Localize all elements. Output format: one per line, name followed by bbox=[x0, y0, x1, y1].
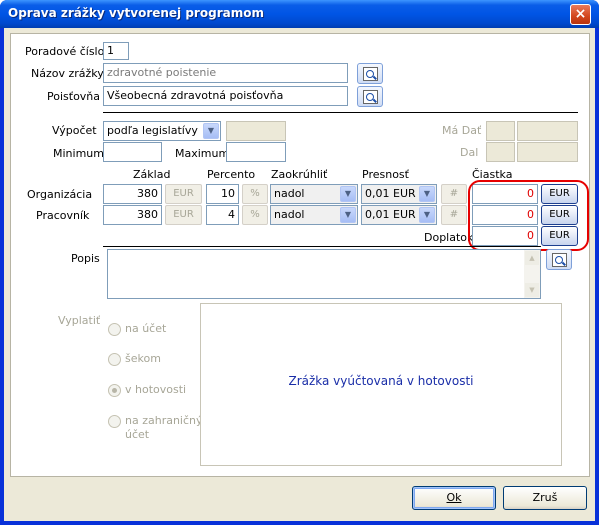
poistovna-lookup-button[interactable] bbox=[357, 86, 383, 107]
scroll-up-icon[interactable]: ▲ bbox=[525, 251, 539, 265]
separator bbox=[103, 112, 578, 113]
lookup-icon bbox=[363, 90, 378, 104]
col-zaklad: Základ bbox=[133, 168, 171, 181]
dialog-body: Poradové číslo 1 Názov zrážky zdravotné … bbox=[4, 28, 595, 521]
lookup-icon bbox=[363, 67, 378, 81]
poistovna-label: Poisťovňa bbox=[47, 90, 101, 103]
payment-info-box: Zrážka vyúčtovaná v hotovosti bbox=[200, 303, 562, 466]
separator bbox=[103, 246, 541, 247]
chevron-down-icon[interactable]: ▼ bbox=[340, 207, 356, 223]
hash-button[interactable]: # bbox=[441, 184, 467, 204]
popis-label: Popis bbox=[71, 252, 100, 265]
vertical-scrollbar[interactable]: ▲ ▼ bbox=[524, 250, 540, 298]
maximum-label: Maximum bbox=[175, 147, 230, 160]
poradove-cislo-input[interactable]: 1 bbox=[103, 42, 129, 60]
presnost-select[interactable]: 0,01 EUR ▼ bbox=[361, 184, 437, 204]
radio-label: na zahraničný účet bbox=[125, 414, 203, 441]
dal-field-b bbox=[517, 142, 578, 162]
vypocet-value: podľa legislatívy bbox=[107, 124, 198, 137]
hash-button[interactable]: # bbox=[441, 205, 467, 225]
zaokruhlit-value: nadol bbox=[274, 187, 305, 200]
vypocet-label: Výpočet bbox=[52, 124, 97, 137]
zaklad-unit-button[interactable]: EUR bbox=[165, 205, 202, 225]
zaokruhlit-select[interactable]: nadol ▼ bbox=[270, 184, 358, 204]
percent-unit-button[interactable]: % bbox=[242, 205, 268, 225]
chevron-down-icon[interactable]: ▼ bbox=[203, 123, 219, 139]
doplatok-label: Doplatok bbox=[424, 231, 474, 244]
dialog-window: Oprava zrážky vytvorenej programom × Por… bbox=[0, 0, 599, 525]
poistovna-input[interactable]: Všeobecná zdravotná poisťovňa bbox=[103, 86, 348, 106]
popis-textarea[interactable]: ▲ ▼ bbox=[107, 249, 541, 299]
col-zaokruhlit: Zaokrúhliť bbox=[271, 168, 328, 181]
col-presnost: Presnosť bbox=[362, 168, 409, 181]
window-title: Oprava zrážky vytvorenej programom bbox=[8, 6, 264, 20]
presnost-select[interactable]: 0,01 EUR ▼ bbox=[361, 205, 437, 225]
chevron-down-icon[interactable]: ▼ bbox=[340, 186, 356, 202]
ok-button[interactable]: Ok bbox=[412, 486, 496, 510]
vypocet-select[interactable]: podľa legislatívy ▼ bbox=[103, 121, 221, 141]
zaokruhlit-select[interactable]: nadol ▼ bbox=[270, 205, 358, 225]
dal-label: Dal bbox=[460, 146, 479, 159]
ma-dat-label: Má Dať bbox=[442, 124, 482, 137]
title-bar[interactable]: Oprava zrážky vytvorenej programom × bbox=[0, 0, 599, 28]
radio-label: na účet bbox=[125, 322, 167, 335]
chevron-down-icon[interactable]: ▼ bbox=[419, 207, 435, 223]
presnost-value: 0,01 EUR bbox=[365, 208, 416, 221]
chevron-down-icon[interactable]: ▼ bbox=[419, 186, 435, 202]
ma-dat-field-b bbox=[517, 121, 578, 141]
cancel-label: Zruš bbox=[532, 491, 558, 504]
vyplatit-label: Vyplatiť bbox=[58, 314, 101, 327]
percento-input[interactable]: 4 bbox=[206, 205, 239, 225]
minimum-label: Minimum bbox=[53, 147, 104, 160]
radio-na-zahranicny-ucet[interactable] bbox=[108, 415, 121, 428]
radio-label: v hotovosti bbox=[125, 383, 187, 396]
presnost-value: 0,01 EUR bbox=[365, 187, 416, 200]
highlight-annotation bbox=[468, 180, 589, 251]
nazov-zrazky-label: Názov zrážky bbox=[31, 67, 104, 80]
main-panel: Poradové číslo 1 Názov zrážky zdravotné … bbox=[10, 33, 590, 477]
nazov-lookup-button[interactable] bbox=[357, 63, 383, 84]
lookup-icon bbox=[552, 253, 567, 267]
percent-unit-button[interactable]: % bbox=[242, 184, 268, 204]
scroll-down-icon[interactable]: ▼ bbox=[525, 283, 539, 297]
popis-lookup-button[interactable] bbox=[546, 249, 572, 270]
radio-sekom[interactable] bbox=[108, 353, 121, 366]
nazov-zrazky-input[interactable]: zdravotné poistenie bbox=[103, 63, 348, 83]
col-percento: Percento bbox=[207, 168, 256, 181]
minimum-input[interactable] bbox=[103, 142, 162, 162]
percento-input[interactable]: 10 bbox=[206, 184, 239, 204]
close-button[interactable]: × bbox=[570, 4, 591, 25]
radio-v-hotovosti[interactable] bbox=[108, 384, 121, 397]
maximum-input[interactable] bbox=[226, 142, 286, 162]
zaklad-input[interactable]: 380 bbox=[103, 205, 162, 225]
row-label-organizacia: Organizácia bbox=[27, 188, 93, 201]
zaklad-unit-button[interactable]: EUR bbox=[165, 184, 202, 204]
poradove-cislo-label: Poradové číslo bbox=[25, 45, 105, 58]
payment-message: Zrážka vyúčtovaná v hotovosti bbox=[288, 374, 474, 388]
ok-label: Ok bbox=[446, 491, 462, 504]
dal-field-a bbox=[486, 142, 515, 162]
row-label-pracovnik: Pracovník bbox=[36, 209, 90, 222]
radio-label: šekom bbox=[125, 352, 161, 365]
cancel-button[interactable]: Zruš bbox=[503, 486, 587, 510]
radio-na-ucet[interactable] bbox=[108, 323, 121, 336]
zaklad-input[interactable]: 380 bbox=[103, 184, 162, 204]
zaokruhlit-value: nadol bbox=[274, 208, 305, 221]
ma-dat-field-a bbox=[486, 121, 515, 141]
vypocet-extra-field bbox=[226, 121, 286, 141]
